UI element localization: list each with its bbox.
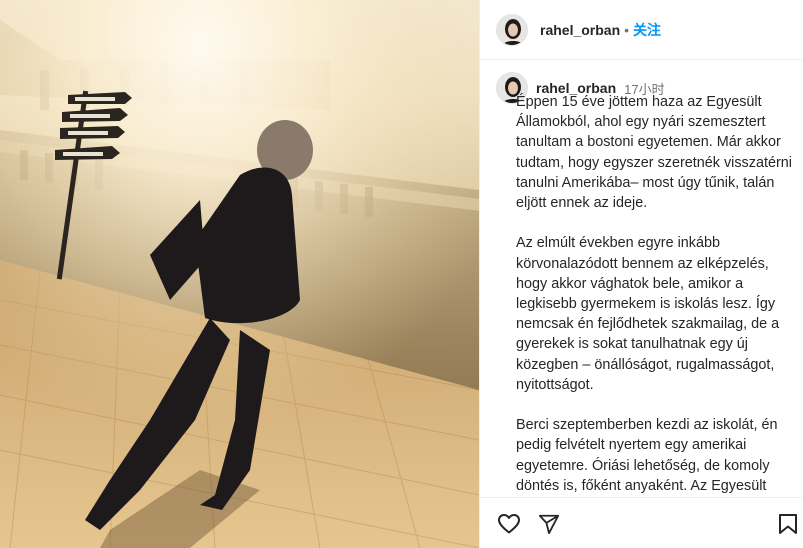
- action-bar: [480, 497, 803, 548]
- heart-icon[interactable]: [497, 512, 521, 536]
- post-header: rahel_orban • 关注: [480, 0, 803, 60]
- separator-dot: •: [624, 21, 630, 38]
- photo-scene: [0, 0, 479, 548]
- post-sidebar: rahel_orban • 关注 rahel_orban 17小时 Éppen: [479, 0, 803, 548]
- paper-plane-icon[interactable]: [538, 513, 560, 535]
- follow-button[interactable]: 关注: [633, 20, 661, 40]
- post-view: rahel_orban • 关注 rahel_orban 17小时 Éppen: [0, 0, 803, 548]
- author-username[interactable]: rahel_orban: [540, 22, 620, 38]
- caption-paragraph: Az elmúlt években egyre inkább körvonala…: [516, 235, 780, 393]
- caption: rahel_orban 17小时 Éppen 15 éve jöttem haz…: [496, 72, 802, 496]
- caption-paragraph: Éppen 15 éve jöttem haza az Egyesült Áll…: [516, 94, 792, 212]
- post-photo[interactable]: [0, 0, 479, 548]
- caption-paragraph: Berci szeptemberben kezdi az iskolát, én…: [516, 417, 778, 494]
- bookmark-icon[interactable]: [778, 513, 798, 535]
- avatar[interactable]: [496, 13, 528, 46]
- caption-text: Éppen 15 éve jöttem haza az Egyesült Áll…: [516, 92, 796, 496]
